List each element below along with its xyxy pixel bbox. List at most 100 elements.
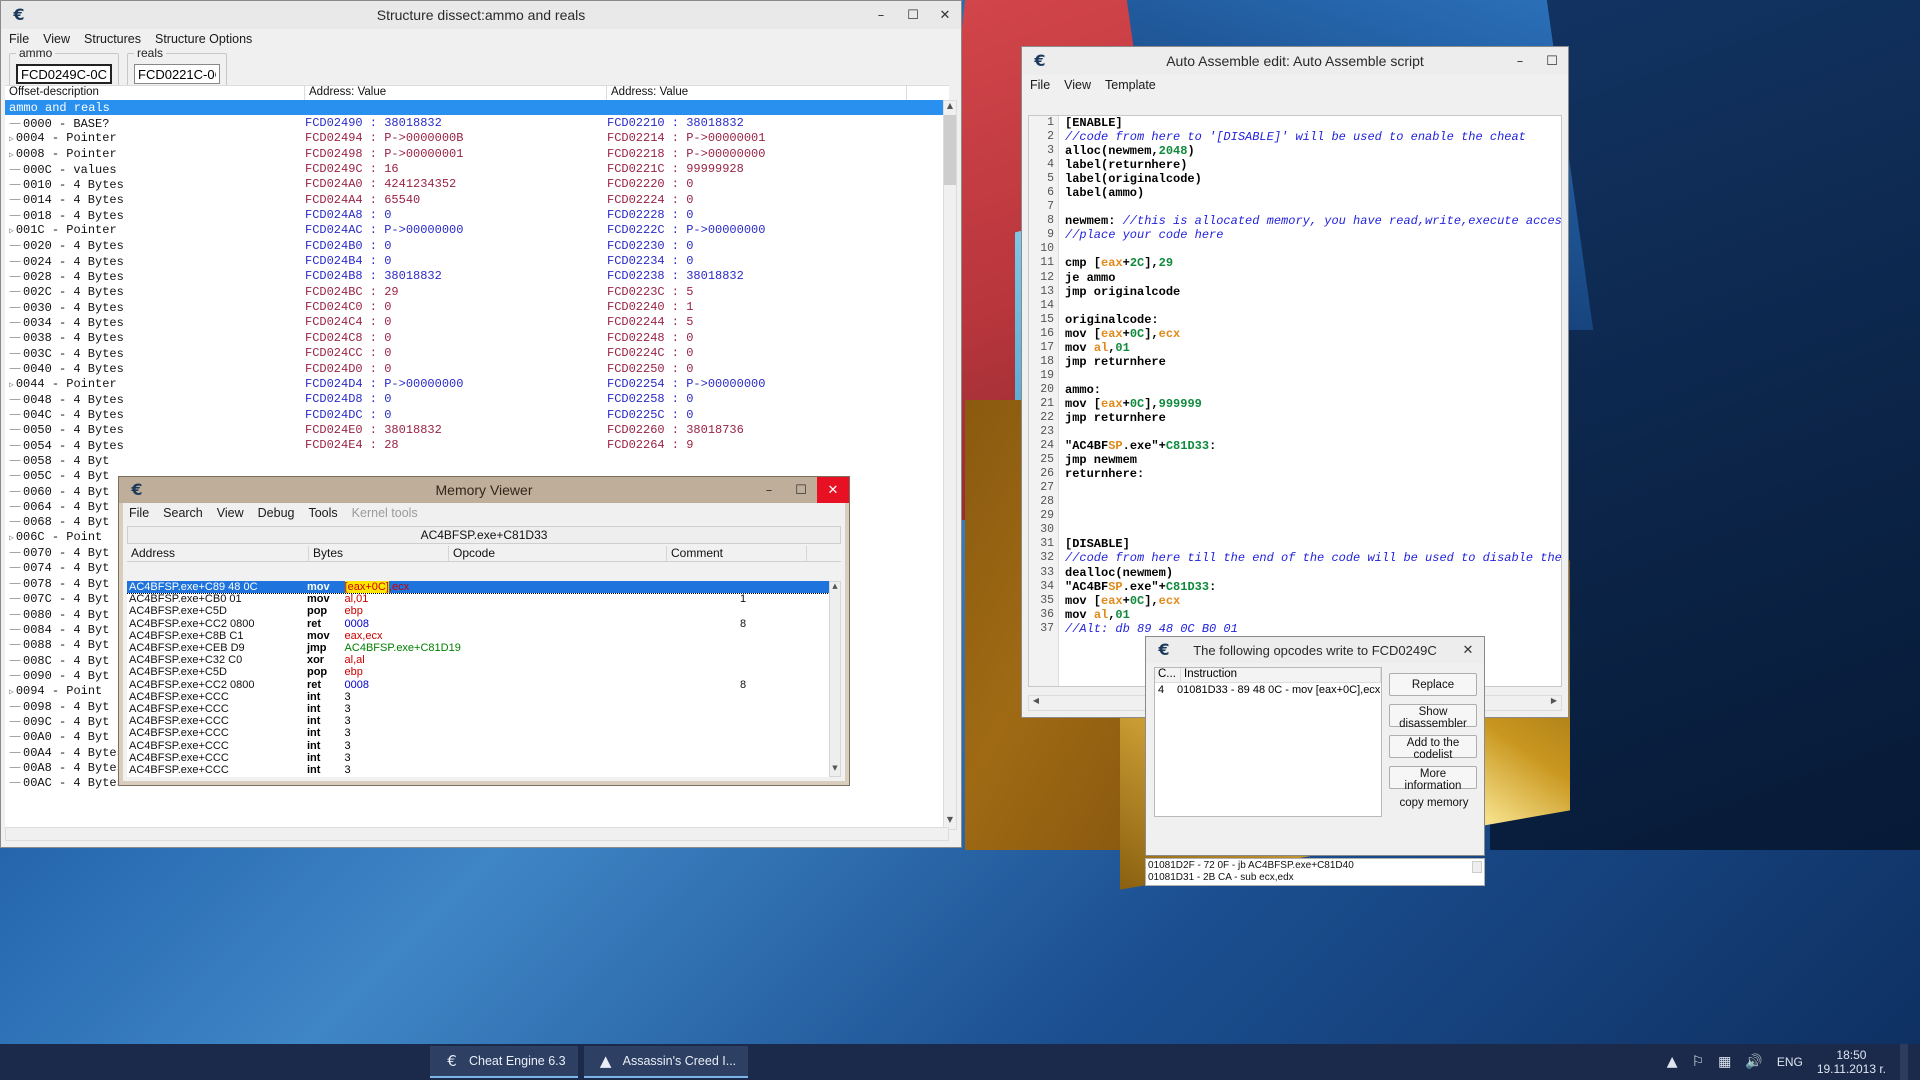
window-controls[interactable]: – ☐ <box>1504 47 1568 75</box>
memory-viewer-scrollbar[interactable]: ▲ ▼ <box>829 581 841 777</box>
minimize-icon[interactable]: – <box>865 1 897 29</box>
taskbar-item-assassins-creed[interactable]: ▲ Assassin's Creed I... <box>583 1046 749 1078</box>
table-row[interactable]: ▷ 001C - Pointer FCD024AC : P->00000000 FCD… <box>5 223 949 238</box>
table-row[interactable]: AC4BFSP.exe+CCCint3 <box>127 727 829 739</box>
script-line[interactable] <box>1065 481 1561 495</box>
script-line[interactable]: ammo: <box>1065 383 1561 397</box>
menu-template[interactable]: Template <box>1105 78 1156 92</box>
scroll-left-icon[interactable]: ◀ <box>1029 696 1043 710</box>
close-icon[interactable]: ✕ <box>929 1 961 29</box>
minimize-icon[interactable]: – <box>1504 47 1536 75</box>
script-line[interactable]: dealloc(newmem) <box>1065 566 1561 580</box>
script-line[interactable]: jmp returnhere <box>1065 355 1561 369</box>
taskbar-item-cheat-engine[interactable]: € Cheat Engine 6.3 <box>430 1046 578 1078</box>
expand-triangle-icon[interactable]: ▷ <box>9 688 14 697</box>
window-controls[interactable]: – ☐ ✕ <box>753 477 849 503</box>
opcodes-list-headers[interactable]: C... Instruction <box>1155 668 1381 683</box>
auto-assemble-window[interactable]: € Auto Assemble edit: Auto Assemble scri… <box>1021 46 1569 718</box>
script-line[interactable] <box>1065 369 1561 383</box>
script-line[interactable]: //Alt: db 89 48 0C B0 01 <box>1065 622 1561 636</box>
script-line[interactable]: [DISABLE] <box>1065 537 1561 551</box>
memory-viewer-disassembly-list[interactable]: AC4BFSP.exe+C89 48 0C mov [eax+0C],ecx AC4B… <box>127 581 829 777</box>
table-row[interactable]: —0048 - 4 Bytes FCD024D8 : 0 FCD02258 : 0 <box>5 392 949 407</box>
window-controls[interactable]: ✕ <box>1452 637 1484 663</box>
opcodes-dialog-buttons[interactable]: Replace Show disassembler Add to the cod… <box>1389 673 1479 797</box>
memory-viewer-menubar[interactable]: File Search View Debug Tools Kernel tool… <box>123 503 845 523</box>
scroll-down-icon[interactable]: ▼ <box>830 764 840 776</box>
script-line[interactable]: mov [eax+0C],ecx <box>1065 327 1561 341</box>
opcodes-list[interactable]: C... Instruction 4 01081D33 - 89 48 0C - … <box>1154 667 1382 817</box>
script-line[interactable]: label(returnhere) <box>1065 158 1561 172</box>
table-row[interactable]: AC4BFSP.exe+C5D pop ebp <box>127 666 829 678</box>
maximize-icon[interactable]: ☐ <box>785 477 817 503</box>
menu-view[interactable]: View <box>43 32 70 46</box>
column-bytes[interactable]: Bytes <box>309 546 449 561</box>
more-information-button[interactable]: More information <box>1389 766 1477 792</box>
menu-view[interactable]: View <box>217 506 244 520</box>
column-address-value-1[interactable]: Address: Value <box>305 86 607 100</box>
script-line[interactable]: //place your code here <box>1065 228 1561 242</box>
script-line[interactable] <box>1065 523 1561 537</box>
table-row[interactable]: AC4BFSP.exe+CCCint3 <box>127 703 829 715</box>
script-line[interactable] <box>1065 425 1561 439</box>
close-icon[interactable]: ✕ <box>1452 637 1484 663</box>
table-row[interactable]: AC4BFSP.exe+C8B C1 mov eax,ecx <box>127 630 829 642</box>
clock[interactable]: 18:50 19.11.2013 r. <box>1817 1048 1886 1076</box>
bottom-strip-scrollbar[interactable] <box>1472 861 1482 873</box>
expand-triangle-icon[interactable]: ▷ <box>9 381 14 390</box>
system-tray[interactable]: ▲ ⚐ ▦ 🔊 ENG 18:50 19.11.2013 r. <box>1667 1044 1920 1080</box>
script-line[interactable]: jmp originalcode <box>1065 285 1561 299</box>
script-line[interactable] <box>1065 299 1561 313</box>
scroll-right-icon[interactable]: ▶ <box>1547 696 1561 710</box>
scroll-up-icon[interactable]: ▲ <box>830 582 840 594</box>
copy-memory-label[interactable]: copy memory <box>1389 797 1479 809</box>
show-desktop-button[interactable] <box>1900 1044 1908 1080</box>
script-line[interactable] <box>1065 242 1561 256</box>
table-row[interactable]: —0020 - 4 Bytes FCD024B0 : 0 FCD02230 : 0 <box>5 238 949 253</box>
column-address-value-2[interactable]: Address: Value <box>607 86 907 100</box>
expand-triangle-icon[interactable]: ▷ <box>9 135 14 144</box>
table-row[interactable]: —0058 - 4 Byt <box>5 453 949 468</box>
table-row[interactable]: AC4BFSP.exe+CCCint3 <box>127 764 829 776</box>
script-line[interactable]: "AC4BFSP.exe"+C81D33: <box>1065 439 1561 453</box>
script-line[interactable]: label(originalcode) <box>1065 172 1561 186</box>
script-line[interactable]: jmp newmem <box>1065 453 1561 467</box>
table-row[interactable]: AC4BFSP.exe+CEB D9 jmp AC4BFSP.exe+C81D19 <box>127 642 829 654</box>
table-row[interactable]: ▷ 0004 - Pointer FCD02494 : P->0000000B FCD… <box>5 131 949 146</box>
table-row[interactable]: AC4BFSP.exe+CB0 01 mov al,01 1 <box>127 593 829 605</box>
script-line[interactable] <box>1065 509 1561 523</box>
menu-view[interactable]: View <box>1064 78 1091 92</box>
column-address[interactable]: Address <box>127 546 309 561</box>
show-disassembler-button[interactable]: Show disassembler <box>1389 704 1477 730</box>
table-row[interactable]: AC4BFSP.exe+CC2 0800 ret 0008 8 <box>127 679 829 691</box>
structure-dissect-titlebar[interactable]: € Structure dissect:ammo and reals – ☐ ✕ <box>1 1 961 29</box>
script-line[interactable]: je ammo <box>1065 271 1561 285</box>
script-line[interactable]: label(ammo) <box>1065 186 1561 200</box>
script-line[interactable]: cmp [eax+2C],29 <box>1065 256 1561 270</box>
taskbar[interactable]: € Cheat Engine 6.3 ▲ Assassin's Creed I.… <box>0 1044 1920 1080</box>
menu-file[interactable]: File <box>129 506 149 520</box>
table-row[interactable]: —0050 - 4 Bytes FCD024E0 : 38018832 FCD022… <box>5 422 949 437</box>
table-row[interactable]: AC4BFSP.exe+C5D pop ebp <box>127 605 829 617</box>
structure-column-headers[interactable]: Offset-description Address: Value Addres… <box>5 85 949 100</box>
menu-search[interactable]: Search <box>163 506 203 520</box>
table-row[interactable]: AC4BFSP.exe+CCCint3 <box>127 752 829 764</box>
table-row[interactable]: ▷ 0008 - Pointer FCD02498 : P->00000001 FCD… <box>5 146 949 161</box>
table-row[interactable]: —0038 - 4 Bytes FCD024C8 : 0 FCD02248 : 0 <box>5 330 949 345</box>
table-row[interactable]: AC4BFSP.exe+CCCint3 <box>127 715 829 727</box>
column-offset-description[interactable]: Offset-description <box>5 86 305 100</box>
table-row[interactable]: AC4BFSP.exe+CC2 0800 ret 0008 8 <box>127 618 829 630</box>
menu-tools[interactable]: Tools <box>308 506 337 520</box>
ammo-address-input[interactable] <box>16 64 112 84</box>
table-row[interactable]: —0030 - 4 Bytes FCD024C0 : 0 FCD02240 : 1 <box>5 299 949 315</box>
table-row[interactable]: —000C - values FCD0249C : 16 FCD0221C : 99… <box>5 161 949 177</box>
menu-file[interactable]: File <box>1030 78 1050 92</box>
menu-file[interactable]: File <box>9 32 29 46</box>
flag-icon[interactable]: ⚐ <box>1692 1054 1705 1070</box>
column-comment[interactable]: Comment <box>667 546 807 561</box>
maximize-icon[interactable]: ☐ <box>1536 47 1568 75</box>
table-row[interactable]: ▷ 0044 - Pointer FCD024D4 : P->00000000 FCD… <box>5 376 949 391</box>
scroll-thumb[interactable] <box>944 115 956 185</box>
network-icon[interactable]: ▦ <box>1718 1054 1731 1070</box>
script-line[interactable]: mov al,01 <box>1065 608 1561 622</box>
